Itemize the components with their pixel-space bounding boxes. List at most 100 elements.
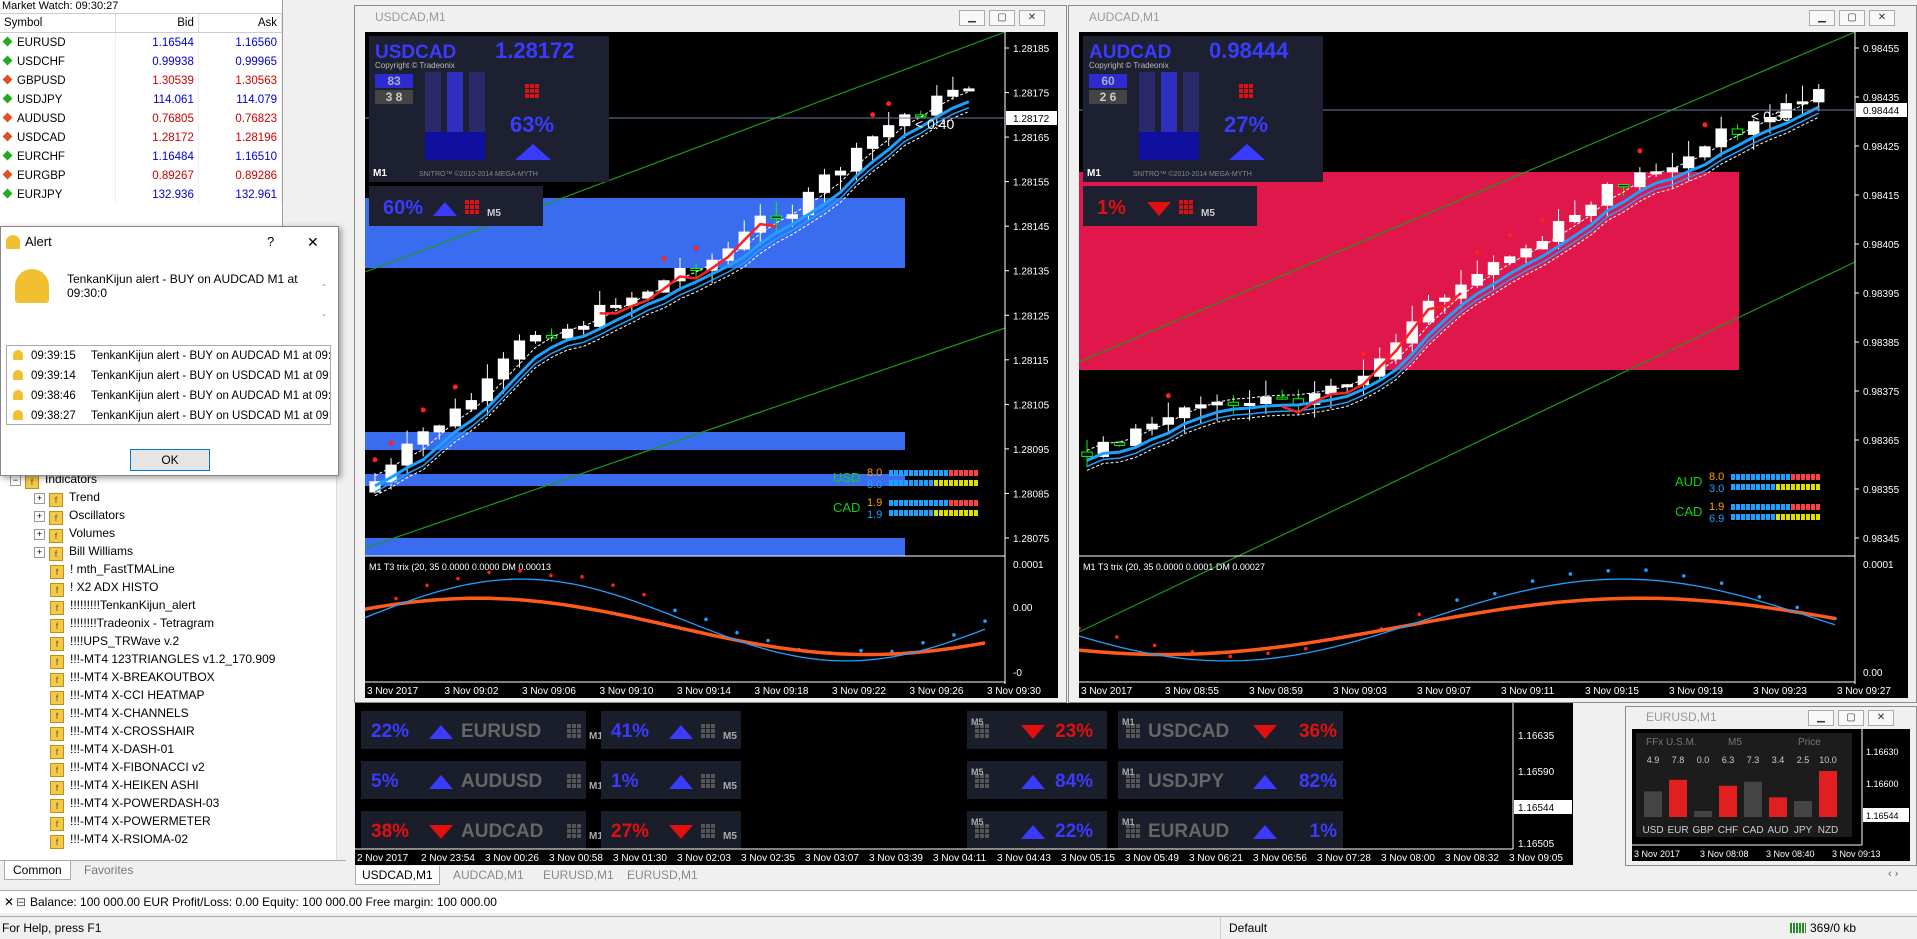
close-button[interactable]: ✕ (1019, 10, 1045, 26)
alert-history-row[interactable]: 09:38:27 TenkanKijun alert - BUY on USDCA… (7, 406, 330, 426)
strength-bar (1741, 474, 1745, 480)
nav-indicator-item[interactable]: f !!!!!!!!Tradeonix - Tetragram (0, 614, 346, 633)
col-ask[interactable]: Ask (198, 14, 283, 33)
market-row[interactable]: EURGBP 0.89267 0.89286 (0, 166, 283, 185)
grid-dot (1179, 205, 1183, 209)
eurusd-small-title: EURUSD,M1 ▁ ▢ ✕ (1626, 707, 1916, 727)
eurusd-chart-canvas[interactable]: 22% EURUSD M1 41% M5 5% AUDUSD M1 1% M5 38% AUDCAD M… (355, 703, 1573, 865)
time-tick-label: 2 Nov 2017 (357, 853, 409, 864)
nav-indicator-item[interactable]: f !!!-MT4 X-BREAKOUTBOX (0, 668, 346, 687)
close-button[interactable]: ✕ (1869, 10, 1895, 26)
strength-bar (919, 470, 923, 476)
tab-usdcad-m1[interactable]: USDCAD,M1 (355, 866, 440, 885)
usdcad-chart-canvas[interactable]: 1.28185 1.28175 1.28165 1.28155 1.28145 1.281… (365, 32, 1058, 698)
tab-eurusd-m1[interactable]: EURUSD,M1 (537, 866, 620, 884)
time-tick-label: 3 Nov 09:02 (445, 686, 499, 697)
tab-audcad-m1[interactable]: AUDCAD,M1 (447, 866, 530, 884)
candle (497, 358, 510, 380)
market-row[interactable]: USDJPY 114.061 114.079 (0, 90, 283, 109)
nav-indicator-item[interactable]: f !!!!UPS_TRWave v.2 (0, 632, 346, 651)
minimize-button[interactable]: ▁ (959, 10, 985, 26)
message-scrollbar[interactable]: ⌃ ⌄ (319, 275, 329, 327)
nav-indicator-item[interactable]: f !!!-MT4 X-CROSSHAIR (0, 722, 346, 741)
nav-indicator-item[interactable]: f !!!-MT4 123TRIANGLES v1.2_170.909 (0, 650, 346, 669)
usdcad-chart[interactable]: 1.28185 1.28175 1.28165 1.28155 1.28145 1.281… (365, 32, 1058, 698)
nav-indicator-item[interactable]: f !!!!!!!!!TenkanKijun_alert (0, 596, 346, 615)
maximize-button[interactable]: ▢ (1839, 10, 1865, 26)
nav-group[interactable]: + f Volumes (0, 524, 346, 543)
expand-icon[interactable]: + (34, 547, 45, 558)
market-row[interactable]: EURCHF 1.16484 1.16510 (0, 147, 283, 166)
strength-bar (919, 500, 923, 506)
close-button[interactable]: ✕ (1868, 710, 1894, 726)
ok-button[interactable]: OK (130, 449, 210, 471)
market-row[interactable]: USDCHF 0.99938 0.99965 (0, 52, 283, 71)
subwindow-label: M1 T3 trix (20, 35 0.0000 0.0001 DM 0.00… (1083, 562, 1265, 572)
panel-footer: SNITRO™ ©2010-2014 MEGA-MYTH (1133, 170, 1252, 178)
grid-dot (1239, 84, 1243, 88)
nav-indicator-item[interactable]: f !!!-MT4 X-CCI HEATMAP (0, 686, 346, 705)
nav-indicator-item[interactable]: f !!!-MT4 X-DASH-01 (0, 740, 346, 759)
audcad-chart-canvas[interactable]: 0.98455 0.98435 0.98425 0.98415 0.98405 0.983… (1079, 32, 1908, 698)
col-symbol[interactable]: Symbol (0, 14, 116, 33)
market-row[interactable]: EURUSD 1.16544 1.16560 (0, 32, 283, 52)
grid-dot (711, 734, 715, 738)
nav-group[interactable]: + f Bill Williams (0, 542, 346, 561)
indicator-icon: f (50, 763, 64, 777)
alert-history-row[interactable]: 09:39:14 TenkanKijun alert - BUY on USDCA… (7, 366, 330, 386)
terminal-close-icon[interactable]: ✕ (4, 891, 14, 913)
down-arrow-icon (2, 131, 13, 141)
strength-bar (1811, 474, 1815, 480)
market-row[interactable]: USDCAD 1.28172 1.28196 (0, 128, 283, 147)
expand-icon[interactable]: ⊟ (16, 891, 26, 913)
market-row[interactable]: AUDUSD 0.76805 0.76823 (0, 109, 283, 128)
close-button[interactable]: ✕ (307, 227, 319, 257)
alert-history-list[interactable]: 09:39:15 TenkanKijun alert - BUY on AUDCA… (6, 345, 331, 425)
expand-icon[interactable]: + (34, 529, 45, 540)
nav-group[interactable]: + f Trend (0, 488, 346, 507)
minimize-button[interactable]: ▁ (1809, 10, 1835, 26)
nav-indicator-item[interactable]: f !!!-MT4 X-POWERMETER (0, 812, 346, 831)
strength-bar (1766, 514, 1770, 520)
badge-percent: 1% (1097, 197, 1126, 219)
nav-indicator-item[interactable]: f ! X2 ADX HISTO (0, 578, 346, 597)
grid-dot (985, 824, 989, 828)
nav-indicator-item[interactable]: f ! mth_FastTMALine (0, 560, 346, 579)
nav-group[interactable]: + f Oscillators (0, 506, 346, 525)
help-button[interactable]: ? (267, 227, 274, 257)
strength-bar (1746, 484, 1750, 490)
nav-indicator-item[interactable]: f !!!-MT4 X-POWERDASH-03 (0, 794, 346, 813)
collapse-icon[interactable]: − (10, 475, 21, 486)
market-row[interactable]: GBPUSD 1.30539 1.30563 (0, 71, 283, 90)
nav-indicator-item[interactable]: f !!!-MT4 X-CHANNELS (0, 704, 346, 723)
navigator-scrollbar[interactable] (336, 470, 347, 860)
maximize-button[interactable]: ▢ (989, 10, 1015, 26)
tab-eurusd-m1-2[interactable]: EURUSD,M1 (621, 866, 704, 884)
alert-history-row[interactable]: 09:39:15 TenkanKijun alert - BUY on AUDCA… (7, 346, 330, 366)
nav-indicator-item[interactable]: f !!!-MT4 X-HEIKEN ASHI (0, 776, 346, 795)
candle (433, 425, 445, 433)
tab-favorites[interactable]: Favorites (76, 861, 141, 879)
strength-bar (1806, 514, 1810, 520)
tab-common[interactable]: Common (4, 861, 71, 880)
nav-indicator-item[interactable]: f !!!-MT4 X-RSIOMA-02 (0, 830, 346, 849)
strength-bar (1786, 474, 1790, 480)
eurusd-small-canvas[interactable]: FFx U.S.M. M5 Price 4.9 USD 7.8 EUR 0.0 GBP 6.3 CH… (1632, 729, 1910, 861)
market-row[interactable]: EURJPY 132.936 132.961 (0, 185, 283, 204)
col-bid[interactable]: Bid (115, 14, 199, 33)
maximize-button[interactable]: ▢ (1838, 710, 1864, 726)
strength-bar (1751, 474, 1755, 480)
expand-icon[interactable]: + (34, 511, 45, 522)
strength-bar (939, 470, 943, 476)
nav-indicator-item[interactable]: f !!!-MT4 X-FIBONACCI v2 (0, 758, 346, 777)
signal-dot (661, 256, 667, 262)
expand-icon[interactable]: + (34, 493, 45, 504)
eurusd-background-chart[interactable]: 22% EURUSD M1 41% M5 5% AUDUSD M1 1% M5 38% AUDCAD M… (355, 703, 1573, 865)
tab-scroll-arrows[interactable]: ‹ › (1888, 868, 1898, 880)
audcad-chart[interactable]: 0.98455 0.98435 0.98425 0.98415 0.98405 0.983… (1079, 32, 1908, 698)
minimize-button[interactable]: ▁ (1808, 710, 1834, 726)
eurusd-small-chart[interactable]: FFx U.S.M. M5 Price 4.9 USD 7.8 EUR 0.0 GBP 6.3 CH… (1632, 729, 1910, 861)
status-help: For Help, press F1 (2, 921, 102, 935)
alert-history-row[interactable]: 09:38:46 TenkanKijun alert - BUY on AUDCA… (7, 386, 330, 406)
sub-dot (859, 648, 863, 653)
